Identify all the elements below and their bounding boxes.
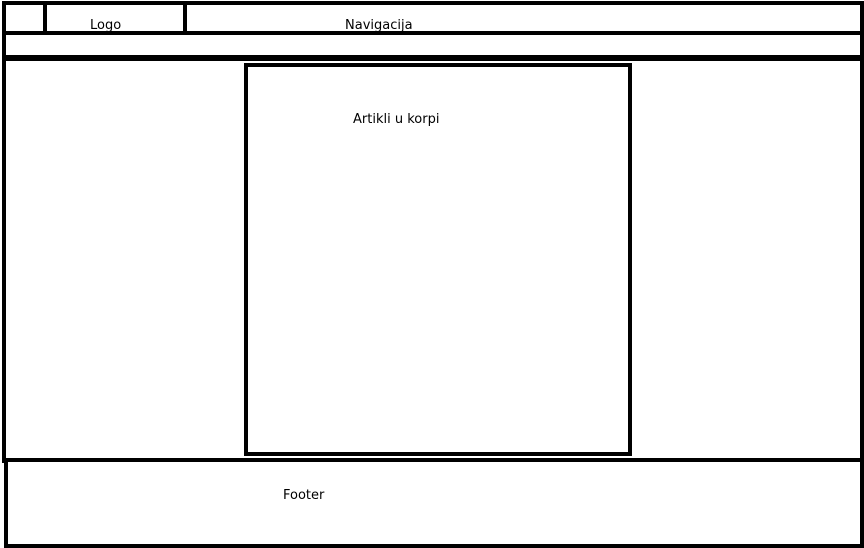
header-divider [183, 1, 187, 35]
footer-label: Footer [283, 488, 325, 503]
cart-items-label: Artikli u korpi [353, 112, 440, 127]
footer-area [4, 458, 864, 548]
subheader-strip [2, 31, 864, 59]
header-divider [43, 1, 47, 35]
logo-label: Logo [90, 18, 122, 33]
header-bar [2, 1, 864, 35]
navigation-label: Navigacija [345, 18, 413, 33]
